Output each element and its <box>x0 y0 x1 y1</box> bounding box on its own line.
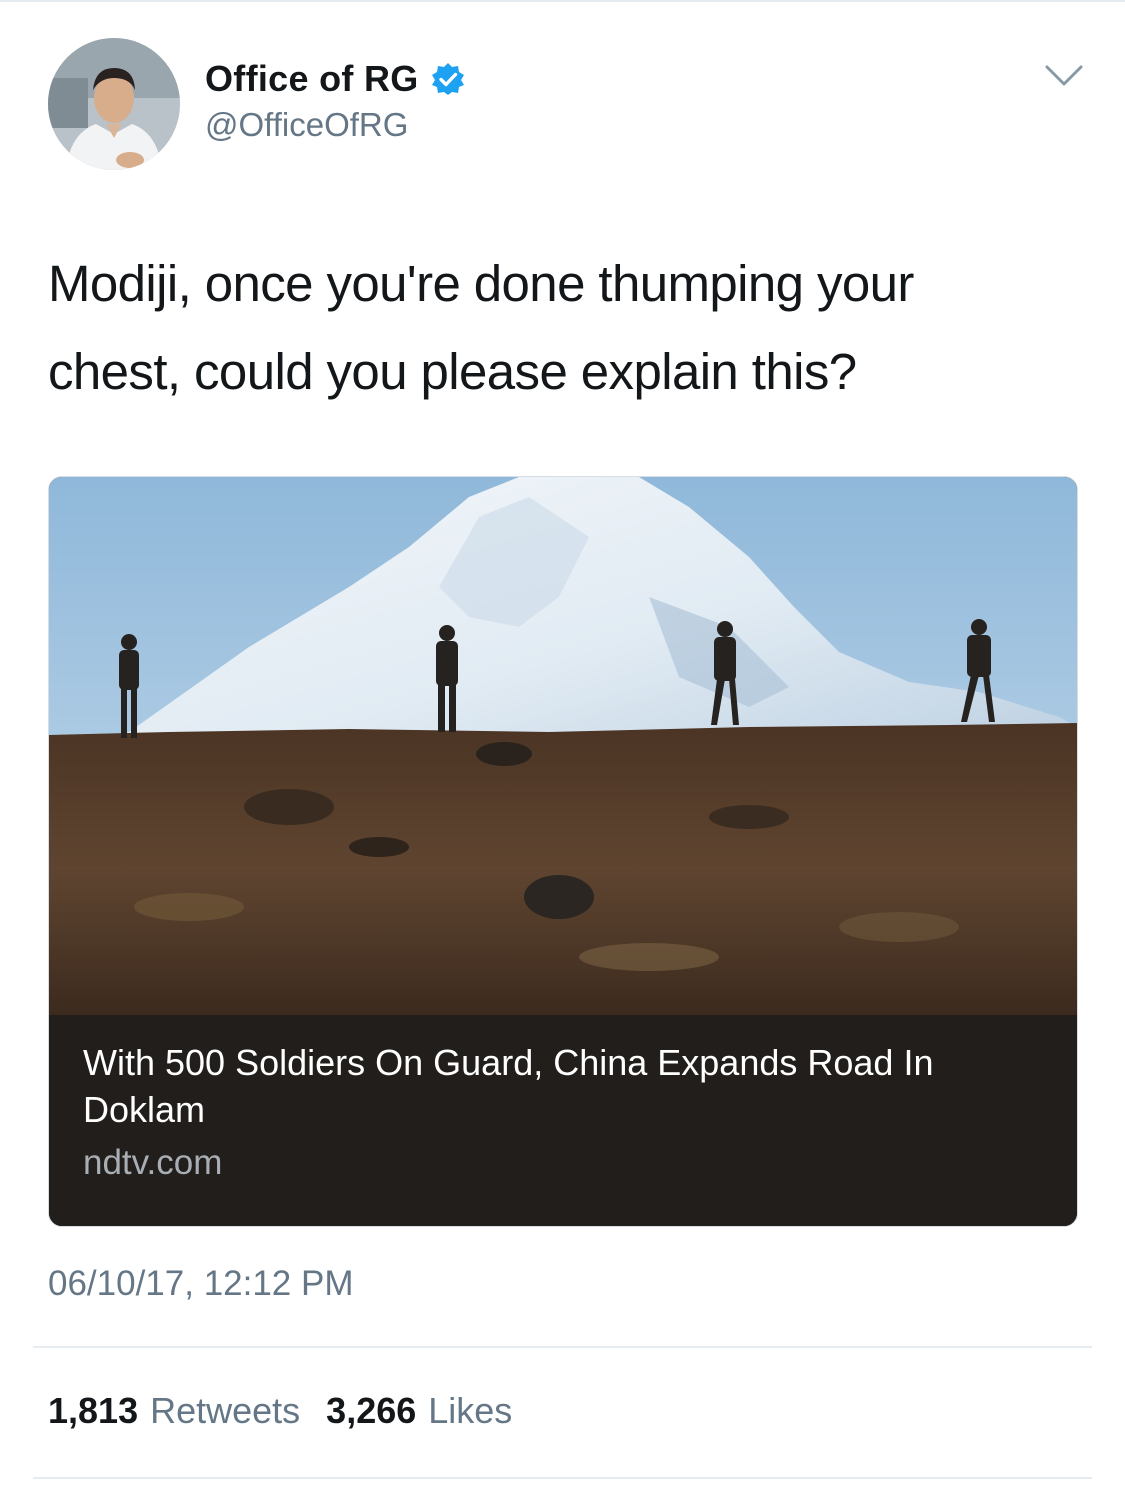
retweets-count: 1,813 <box>48 1390 139 1431</box>
tweet-timestamp: 06/10/17, 12:12 PM <box>48 1264 354 1303</box>
link-preview-card[interactable]: With 500 Soldiers On Guard, China Expand… <box>48 476 1078 1227</box>
retweets-label: Retweets <box>150 1390 301 1431</box>
author-handle[interactable]: @OfficeOfRG <box>205 106 408 144</box>
tweet-text-line: chest, could you please explain this? <box>48 343 857 400</box>
stats-bottom-divider <box>33 1477 1092 1479</box>
stats-top-divider <box>33 1346 1092 1348</box>
soldiers-on-mountain-ridge-photo <box>49 477 1077 1015</box>
profile-photo-avatar <box>48 38 180 170</box>
card-domain: ndtv.com <box>83 1143 223 1182</box>
author-avatar[interactable] <box>48 38 180 170</box>
likes-count: 3,266 <box>326 1390 417 1431</box>
likes-label: Likes <box>428 1390 513 1431</box>
likes-stat[interactable]: 3,266 Likes <box>326 1390 512 1432</box>
engagement-stats: 1,813 Retweets 3,266 Likes <box>48 1390 538 1432</box>
retweets-stat[interactable]: 1,813 Retweets <box>48 1390 300 1432</box>
top-divider <box>0 0 1125 2</box>
author-name-row[interactable]: Office of RG <box>205 55 465 103</box>
author-display-name[interactable]: Office of RG <box>205 58 419 100</box>
tweet-text: Modiji, once you're done thumping your c… <box>48 240 1078 416</box>
verified-badge-icon <box>431 62 465 96</box>
chevron-down-icon <box>1045 65 1083 86</box>
card-title: With 500 Soldiers On Guard, China Expand… <box>83 1042 934 1130</box>
tweet-text-line: Modiji, once you're done thumping your <box>48 255 914 312</box>
tweet-options-button[interactable] <box>1044 64 1084 88</box>
card-text-area: With 500 Soldiers On Guard, China Expand… <box>49 1015 1077 1226</box>
